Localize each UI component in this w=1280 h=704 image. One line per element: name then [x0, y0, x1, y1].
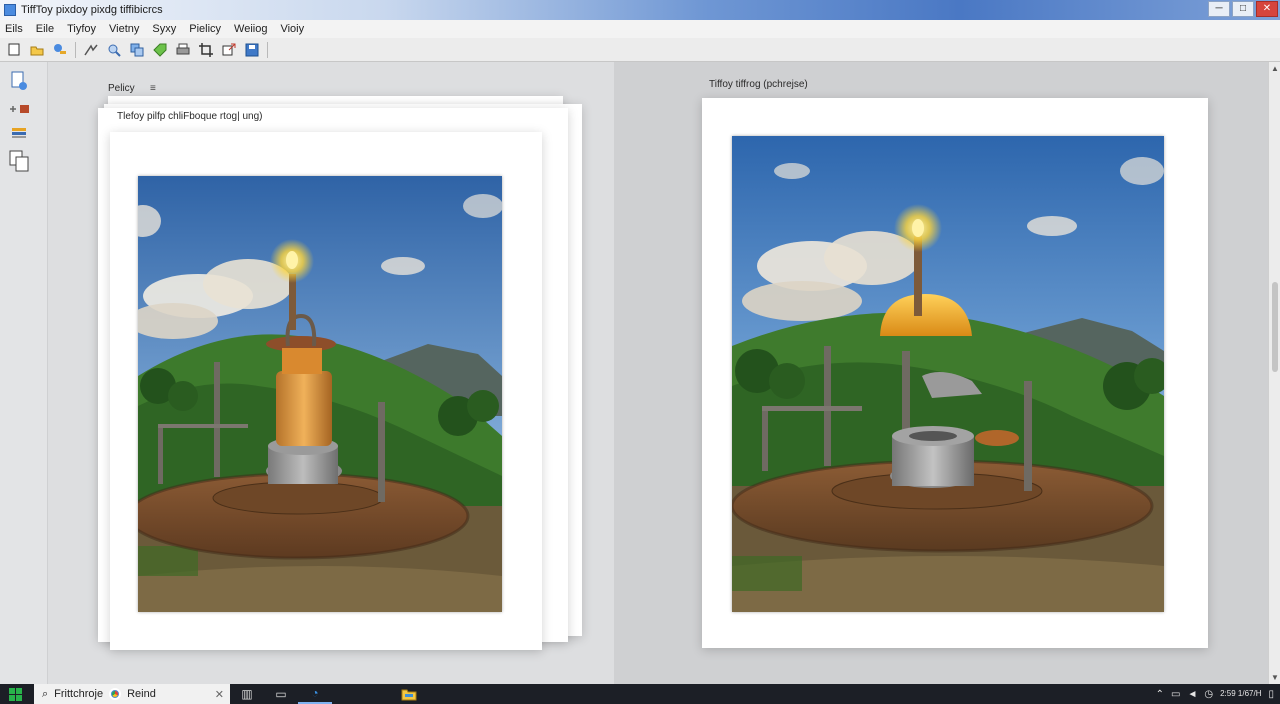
task-view-icon[interactable]: ▥ — [230, 684, 264, 704]
right-artwork — [732, 136, 1164, 612]
left-tool-strip — [0, 62, 48, 684]
browser-label: Reind — [127, 688, 156, 700]
brush-icon[interactable] — [52, 42, 68, 58]
app-icon — [4, 4, 16, 16]
menu-item-5[interactable]: Syxy — [152, 23, 176, 35]
menu-item-6[interactable]: Pielicy — [189, 23, 221, 35]
tag-icon[interactable] — [152, 42, 168, 58]
menu-item-7[interactable]: Weiiog — [234, 23, 267, 35]
notification-icon[interactable]: ▯ — [1268, 689, 1274, 700]
color-swatch-icon[interactable] — [6, 122, 32, 144]
copy-pages-icon[interactable] — [6, 150, 32, 172]
arrow-icon[interactable] — [83, 42, 99, 58]
close-icon[interactable]: ✕ — [215, 688, 224, 701]
menu-item-8[interactable]: Vioiy — [280, 23, 304, 35]
save-icon[interactable] — [244, 42, 260, 58]
chevron-up-icon[interactable]: ⌃ — [1156, 689, 1164, 700]
scrollbar-thumb[interactable] — [1272, 282, 1278, 372]
taskbar: ⌕ Frittchroje Reind ✕ ▥ ▭ ◔ ⌃ ▭ ◄ ◷ 2:59… — [0, 684, 1280, 704]
page-add-icon[interactable] — [6, 70, 32, 92]
pin-icon[interactable]: ≡ — [150, 83, 156, 94]
open-folder-icon[interactable] — [29, 42, 45, 58]
left-image-caption: Tlefoy pilfp chliFboque rtog| ung) — [117, 111, 263, 122]
right-panel: Tiffoy tiffrog (pchrejse) — [614, 62, 1268, 684]
windows-logo-icon — [8, 687, 22, 701]
network-icon[interactable]: ▭ — [1171, 689, 1180, 700]
window-icon[interactable]: ▭ — [264, 684, 298, 704]
search-icon: ⌕ — [42, 687, 49, 700]
clock-icon: ◷ — [1204, 688, 1214, 700]
menu-item-2[interactable]: Eile — [36, 23, 54, 35]
close-button[interactable]: ✕ — [1256, 1, 1278, 17]
window-title: TiffToy pixdoy pixdg tiffibicrcs — [21, 4, 163, 16]
print-icon[interactable] — [175, 42, 191, 58]
left-panel-label: Pelicy — [108, 83, 135, 94]
new-file-icon[interactable] — [6, 42, 22, 58]
scroll-up-icon[interactable]: ▲ — [1271, 64, 1279, 73]
search-text: Frittchroje — [54, 688, 104, 700]
menu-item-3[interactable]: Tiyfoy — [67, 23, 96, 35]
maximize-button[interactable]: □ — [1232, 1, 1254, 17]
window-controls: ─ □ ✕ — [1208, 1, 1278, 17]
minimize-button[interactable]: ─ — [1208, 1, 1230, 17]
layers-icon[interactable] — [129, 42, 145, 58]
export-icon[interactable] — [221, 42, 237, 58]
toolbar-separator — [75, 41, 76, 58]
title-bar: TiffToy pixdoy pixdg tiffibicrcs ─ □ ✕ — [0, 0, 1280, 20]
vertical-scrollbar[interactable]: ▲ ▼ — [1268, 62, 1280, 684]
menu-item-1[interactable]: Eils — [5, 23, 23, 35]
pointer-icon[interactable] — [6, 98, 32, 120]
edge-browser-icon[interactable]: ◔ — [298, 684, 332, 704]
system-tray: ⌃ ▭ ◄ ◷ 2:59 1/67/H ▯ — [1156, 684, 1280, 704]
zoom-icon[interactable] — [106, 42, 122, 58]
left-panel: Pelicy ≡ Tlefoy pilfp chliFboque rtog| u… — [48, 62, 614, 684]
taskbar-search[interactable]: ⌕ Frittchroje Reind ✕ — [34, 684, 230, 704]
toolbar — [0, 38, 1280, 62]
right-panel-label: Tiffoy tiffrog (pchrejse) — [709, 79, 808, 90]
menu-bar: Eils Eile Tiyfoy Vietny Syxy Pielicy Wei… — [0, 20, 1280, 38]
start-button[interactable] — [0, 684, 30, 704]
volume-icon[interactable]: ◄ — [1187, 689, 1197, 700]
toolbar-separator — [267, 41, 268, 58]
clock[interactable]: 2:59 1/67/H — [1220, 690, 1261, 698]
scroll-down-icon[interactable]: ▼ — [1271, 673, 1279, 682]
left-artwork — [138, 176, 502, 612]
menu-item-4[interactable]: Vietny — [109, 23, 139, 35]
crop-icon[interactable] — [198, 42, 214, 58]
browser-icon — [109, 688, 122, 700]
file-explorer-icon[interactable] — [392, 684, 426, 704]
